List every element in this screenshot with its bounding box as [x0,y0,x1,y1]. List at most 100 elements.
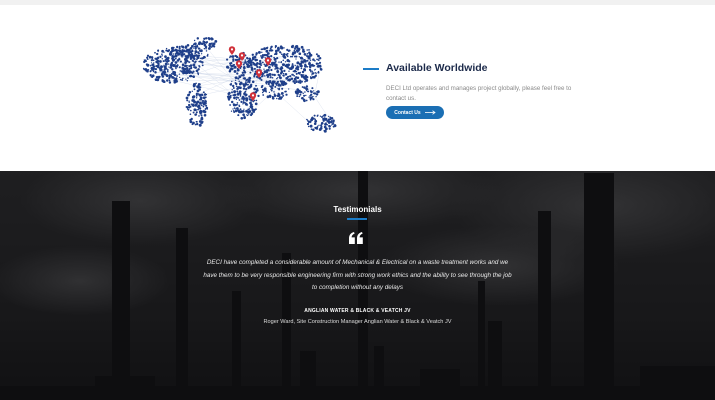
map-dot [166,79,169,82]
map-dot [242,69,246,72]
map-dot [276,52,278,54]
map-dot [195,113,198,115]
map-dot [255,62,258,65]
map-dot [250,66,253,69]
map-dot [151,74,155,77]
map-dot [316,90,320,94]
map-dot [150,62,153,64]
map-dot [310,70,312,73]
map-dot [150,64,152,66]
map-dot [266,75,270,79]
map-dot [234,58,237,62]
map-dot [286,48,289,52]
map-dot [201,64,204,67]
map-dot [277,83,281,87]
map-dot [318,57,320,60]
map-dot [199,57,202,60]
map-dot [193,66,197,69]
map-dot [197,86,199,89]
map-dot [265,53,269,57]
testimonials-accent-line [347,218,367,220]
quote-icon [349,232,363,244]
map-dot [242,73,245,77]
map-dot [232,55,234,58]
map-dot [331,122,334,126]
map-dot [295,67,298,70]
map-dot [195,95,198,97]
map-dot [194,108,197,112]
map-dot [234,79,237,81]
map-dot [288,67,292,70]
map-dot [303,94,306,97]
map-dot [234,82,237,84]
map-dot [154,67,158,71]
map-dot [237,114,240,117]
map-dot [241,109,245,113]
map-dot [274,44,278,48]
map-dot [205,104,208,107]
map-dot [320,121,324,125]
map-dot [211,42,213,45]
map-dot [243,92,246,94]
map-dot [269,76,272,79]
map-dot [200,42,204,46]
map-dot [192,99,195,102]
map-pin-icon [228,46,236,55]
map-dot [226,58,229,61]
map-dot [250,83,253,86]
map-dot [203,110,207,114]
map-dot [257,50,261,54]
map-dot [237,86,241,89]
map-dot [248,86,250,88]
map-dot [205,47,207,50]
map-dot [248,76,252,80]
map-dot [313,114,316,117]
map-dot [314,118,317,120]
map-dot [238,99,241,101]
map-dot [194,45,196,48]
map-dot [152,59,155,62]
map-dot [205,106,209,110]
map-dot [276,70,280,73]
world-map-image [142,36,337,133]
map-dot [172,58,176,62]
map-dot [228,91,231,95]
map-dot [253,99,256,102]
map-dot [311,75,315,79]
map-dot [227,98,231,101]
map-dot [154,71,157,74]
map-dot [230,100,234,104]
map-dot [271,63,274,67]
map-pin-hole [257,71,261,74]
map-dot [255,53,258,56]
map-dot [253,111,255,113]
map-dot [188,91,192,94]
map-dot [258,66,261,69]
map-dot [252,70,254,72]
map-dot [270,68,273,72]
contact-us-button[interactable]: Contact Us [386,106,444,119]
map-dot [187,65,189,67]
map-dot [165,47,168,50]
map-dot [297,47,301,51]
map-dot [190,46,193,49]
testimonials-title: Testimonials [333,205,382,214]
map-dot [311,70,314,72]
map-dot [299,81,301,83]
map-dot [306,66,309,68]
map-dot [280,70,284,74]
map-dot [292,80,295,83]
map-dot [195,45,199,48]
map-dot [270,45,273,48]
map-dot [248,98,251,101]
map-dot [288,70,290,72]
map-dot [246,114,248,116]
map-dot [308,52,312,56]
map-dot [188,53,191,56]
map-dot [294,90,298,94]
map-pin-hole [230,48,234,51]
map-dot [243,108,245,110]
map-dot [227,66,230,69]
map-dot [198,49,202,52]
map-dot [303,69,307,72]
